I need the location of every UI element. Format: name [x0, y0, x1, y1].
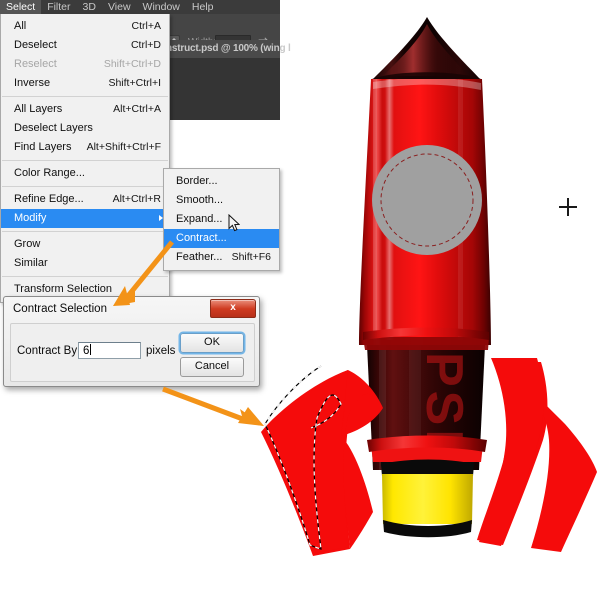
menu-item-all-layers[interactable]: All Layers Alt+Ctrl+A	[1, 100, 169, 119]
menubar-item-window[interactable]: Window	[137, 0, 186, 14]
menu-separator	[2, 231, 168, 232]
submenu-item-border[interactable]: Border...	[164, 172, 279, 191]
menu-item-label: All	[14, 20, 27, 32]
menu-item-shortcut: Ctrl+A	[131, 20, 161, 32]
menu-item-color-range[interactable]: Color Range...	[1, 164, 169, 183]
menu-item-shortcut: Alt+Ctrl+R	[112, 193, 161, 205]
menu-item-shortcut: Shift+Ctrl+I	[108, 77, 161, 89]
menu-item-label: Color Range...	[14, 167, 85, 179]
submenu-item-expand[interactable]: Expand...	[164, 210, 279, 229]
menu-item-shortcut: Alt+Shift+Ctrl+F	[86, 141, 161, 153]
crosshair-cursor	[559, 198, 577, 216]
menu-item-label: Reselect	[14, 58, 57, 70]
cancel-button[interactable]: Cancel	[180, 357, 244, 377]
menu-item-label: Deselect Layers	[14, 122, 93, 134]
menu-separator	[2, 160, 168, 161]
arrow-to-fin-selection	[162, 386, 264, 426]
menu-item-label: All Layers	[14, 103, 63, 115]
arrow-to-dialog	[113, 240, 174, 306]
menu-item-inverse[interactable]: Inverse Shift+Ctrl+I	[1, 74, 169, 93]
submenu-item-label: Border...	[176, 175, 218, 187]
menu-item-label: Refine Edge...	[14, 193, 84, 205]
text-caret	[90, 344, 92, 355]
menubar-item-filter[interactable]: Filter	[41, 0, 76, 14]
units-label: pixels	[146, 345, 176, 357]
rocket-illustration: PSD	[261, 17, 597, 556]
menu-item-label: Find Layers	[14, 141, 72, 153]
menu-item-find-layers[interactable]: Find Layers Alt+Shift+Ctrl+F	[1, 138, 169, 157]
contract-by-input[interactable]: 6	[78, 342, 141, 359]
contract-by-label: Contract By:	[17, 345, 81, 357]
menu-item-reselect: Reselect Shift+Ctrl+D	[1, 55, 169, 74]
submenu-item-smooth[interactable]: Smooth...	[164, 191, 279, 210]
close-icon[interactable]: x	[210, 299, 256, 318]
menu-separator	[2, 96, 168, 97]
menu-item-shortcut: Alt+Ctrl+A	[113, 103, 161, 115]
screen: PSD Width: ⇄ nstruct.psd @ 100% (wing l …	[0, 0, 600, 600]
menu-item-modify[interactable]: Modify	[1, 209, 169, 228]
submenu-item-label: Smooth...	[176, 194, 224, 206]
menu-item-shortcut: Ctrl+D	[130, 39, 161, 51]
menu-separator	[2, 186, 168, 187]
contract-by-value: 6	[83, 345, 90, 357]
menu-item-label: Similar	[14, 257, 48, 269]
menu-item-shortcut: Shift+Ctrl+D	[103, 58, 161, 70]
ok-button[interactable]: OK	[180, 333, 244, 353]
menu-item-refine-edge[interactable]: Refine Edge... Alt+Ctrl+R	[1, 190, 169, 209]
submenu-item-label: Expand...	[176, 213, 223, 225]
menu-item-deselect[interactable]: Deselect Ctrl+D	[1, 36, 169, 55]
menubar-item-help[interactable]: Help	[186, 0, 220, 14]
pointer-cursor	[228, 214, 240, 232]
submenu-item-shortcut: Shift+F6	[231, 251, 271, 263]
menu-item-label: Modify	[14, 212, 47, 224]
menubar-item-3d[interactable]: 3D	[77, 0, 102, 14]
menu-item-deselect-layers[interactable]: Deselect Layers	[1, 119, 169, 138]
menu-item-label: Deselect	[14, 39, 57, 51]
menu-item-all[interactable]: All Ctrl+A	[1, 17, 169, 36]
menubar-item-select[interactable]: Select	[0, 0, 42, 14]
menu-item-label: Grow	[14, 238, 41, 250]
menubar-item-view[interactable]: View	[102, 0, 137, 14]
menu-bar: Select Filter 3D View Window Help	[0, 0, 280, 14]
menu-item-label: Inverse	[14, 77, 51, 89]
dialog-title: Contract Selection	[13, 303, 107, 315]
